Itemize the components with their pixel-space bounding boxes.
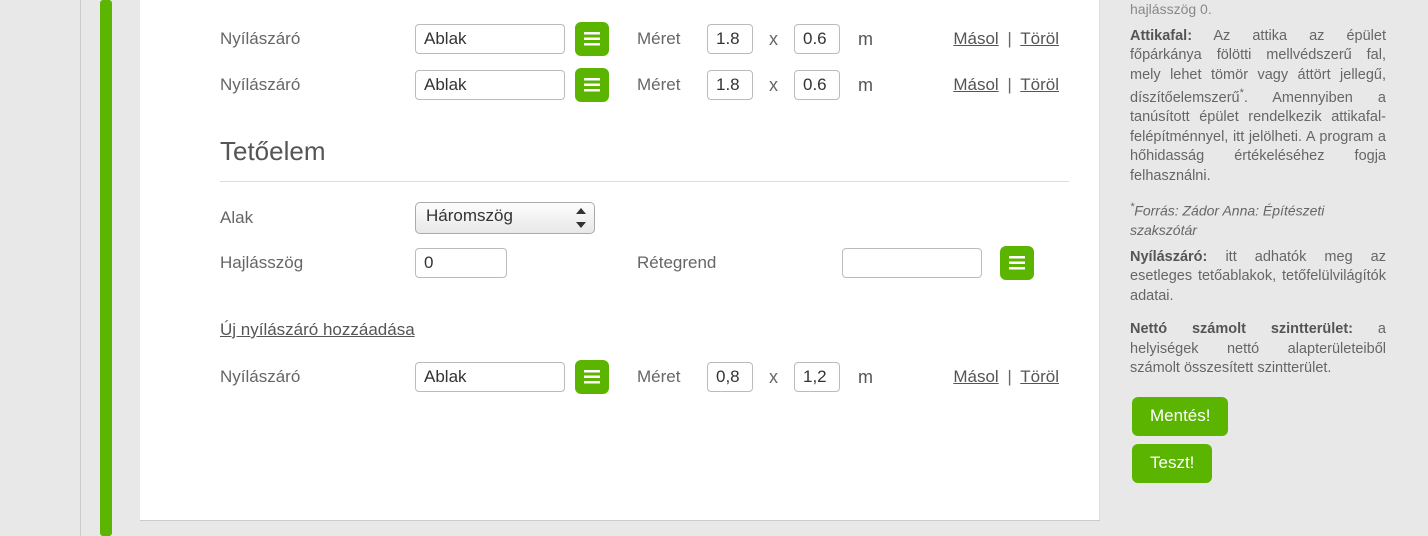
- add-opening-link[interactable]: Új nyílászáró hozzáadása: [220, 320, 415, 340]
- action-separator: |: [1007, 29, 1011, 48]
- x-separator: x: [769, 75, 778, 96]
- layers-button[interactable]: [575, 68, 609, 102]
- size-label: Méret: [637, 29, 697, 49]
- delete-link[interactable]: Töröl: [1020, 75, 1059, 94]
- test-button[interactable]: Teszt!: [1132, 444, 1212, 483]
- unit-m: m: [858, 75, 873, 96]
- angle-row: Hajlásszög Rétegrend: [220, 246, 1069, 280]
- source-text: Forrás: Zádor Anna: Építészeti szakszótá…: [1130, 203, 1324, 238]
- copy-link[interactable]: Másol: [953, 29, 998, 48]
- angle-input[interactable]: [415, 248, 507, 278]
- opening-label: Nyílászáró: [220, 29, 405, 49]
- delete-link[interactable]: Töröl: [1020, 29, 1059, 48]
- size-label: Méret: [637, 75, 697, 95]
- panel-bottom-border: [140, 520, 1100, 521]
- help-netto-title: Nettó számolt szintterület:: [1130, 321, 1353, 337]
- opening-label: Nyílászáró: [220, 367, 405, 387]
- truncated-text: hajlásszög 0.: [1130, 0, 1386, 19]
- opening-type-input[interactable]: [415, 362, 565, 392]
- left-border: [80, 0, 81, 536]
- shape-select[interactable]: Háromszög: [415, 202, 595, 234]
- save-button[interactable]: Mentés!: [1132, 397, 1228, 436]
- opening-label: Nyílászáró: [220, 75, 405, 95]
- width-input[interactable]: [707, 24, 753, 54]
- width-input[interactable]: [707, 70, 753, 100]
- action-separator: |: [1007, 367, 1011, 386]
- shape-label: Alak: [220, 208, 405, 228]
- help-nyilaszaro: Nyílászáró: itt adhatók meg az esetleges…: [1130, 248, 1386, 307]
- row-actions: Másol | Töröl: [953, 75, 1059, 95]
- source-note: *Forrás: Zádor Anna: Építészeti szakszót…: [1130, 200, 1386, 239]
- height-input[interactable]: [794, 362, 840, 392]
- layering-input[interactable]: [842, 248, 982, 278]
- opening-row: Nyílászáró Méret x m Másol | Töröl: [220, 360, 1069, 394]
- opening-row: Nyílászáró Méret x m Másol | Töröl: [220, 68, 1069, 102]
- help-netto: Nettó számolt szintterület: a helyiségek…: [1130, 320, 1386, 379]
- layers-button[interactable]: [575, 22, 609, 56]
- help-attikafal: Attikafal: Az attika az épület főpárkány…: [1130, 27, 1386, 186]
- opening-type-input[interactable]: [415, 24, 565, 54]
- opening-type-input[interactable]: [415, 70, 565, 100]
- layers-icon: [582, 31, 602, 47]
- copy-link[interactable]: Másol: [953, 367, 998, 386]
- unit-m: m: [858, 29, 873, 50]
- x-separator: x: [769, 367, 778, 388]
- angle-label: Hajlásszög: [220, 253, 405, 273]
- action-separator: |: [1007, 75, 1011, 94]
- section-title: Tetőelem: [220, 136, 1069, 182]
- width-input[interactable]: [707, 362, 753, 392]
- shape-row: Alak Háromszög: [220, 202, 1069, 234]
- green-accent-bar: [100, 0, 112, 536]
- opening-row: Nyílászáró Méret x m Másol | Töröl: [220, 22, 1069, 56]
- layers-icon: [1007, 255, 1027, 271]
- height-input[interactable]: [794, 70, 840, 100]
- layers-icon: [582, 77, 602, 93]
- layers-button[interactable]: [575, 360, 609, 394]
- help-sidebar: hajlásszög 0. Attikafal: Az attika az ép…: [1118, 0, 1398, 507]
- height-input[interactable]: [794, 24, 840, 54]
- help-nyilaszaro-title: Nyílászáró:: [1130, 249, 1207, 265]
- layers-button[interactable]: [1000, 246, 1034, 280]
- row-actions: Másol | Töröl: [953, 367, 1059, 387]
- layers-icon: [582, 369, 602, 385]
- help-attikafal-title: Attikafal:: [1130, 28, 1192, 44]
- layering-label: Rétegrend: [637, 253, 757, 273]
- size-label: Méret: [637, 367, 697, 387]
- row-actions: Másol | Töröl: [953, 29, 1059, 49]
- main-panel: Nyílászáró Méret x m Másol | Töröl Nyílá…: [140, 0, 1100, 520]
- delete-link[interactable]: Töröl: [1020, 367, 1059, 386]
- copy-link[interactable]: Másol: [953, 75, 998, 94]
- x-separator: x: [769, 29, 778, 50]
- unit-m: m: [858, 367, 873, 388]
